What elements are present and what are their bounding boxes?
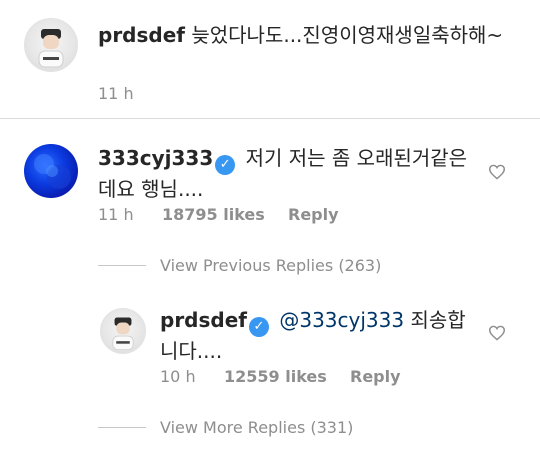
- like-heart-icon[interactable]: [488, 325, 506, 341]
- reply-likes-count: 12559 likes: [224, 367, 327, 386]
- like-heart-icon[interactable]: [488, 164, 506, 180]
- reply-text: prdsdef ✓ @333cyj333 죄송합니다....: [160, 306, 480, 365]
- caption-text: prdsdef 늦었다나도...진영이영재생일축하해~: [98, 21, 508, 49]
- person-icon: [112, 317, 134, 351]
- view-previous-replies-button[interactable]: View Previous Replies (263): [160, 256, 381, 275]
- comment-reply-label: Reply: [288, 205, 339, 224]
- caption-username[interactable]: prdsdef: [98, 23, 185, 47]
- comment-avatar[interactable]: [24, 144, 78, 198]
- caption-body: 늦었다나도...진영이영재생일축하해~: [191, 23, 504, 47]
- reply-time: 10 h: [160, 367, 196, 386]
- reply-avatar[interactable]: [100, 308, 146, 354]
- view-previous-line: [98, 265, 146, 266]
- divider: [0, 118, 540, 119]
- verified-badge-icon: ✓: [215, 155, 236, 175]
- reply-mention[interactable]: @333cyj333: [279, 308, 404, 332]
- caption-timestamp: 11 h: [98, 84, 134, 103]
- caption-avatar[interactable]: [24, 18, 78, 72]
- reply-likes[interactable]: 12559 likes: [224, 367, 327, 386]
- person-icon: [38, 29, 64, 68]
- reply-username[interactable]: prdsdef: [160, 308, 247, 332]
- reply-reply-button[interactable]: Reply: [350, 367, 401, 386]
- comment-reply-button[interactable]: Reply: [288, 205, 339, 224]
- verified-badge-icon: ✓: [248, 317, 269, 337]
- view-more-replies-button[interactable]: View More Replies (331): [160, 418, 353, 437]
- reply-reply-label: Reply: [350, 367, 401, 386]
- comment-text: 333cyj333 ✓ 저기 저는 좀 오래된거같은데요 행님....: [98, 144, 478, 203]
- comment-time: 11 h: [98, 205, 134, 224]
- blue-abstract-avatar-icon: [34, 154, 71, 189]
- comment-likes[interactable]: 18795 likes: [162, 205, 265, 224]
- comment-username[interactable]: 333cyj333: [98, 146, 213, 170]
- comment-likes-count: 18795 likes: [162, 205, 265, 224]
- view-more-line: [98, 427, 146, 428]
